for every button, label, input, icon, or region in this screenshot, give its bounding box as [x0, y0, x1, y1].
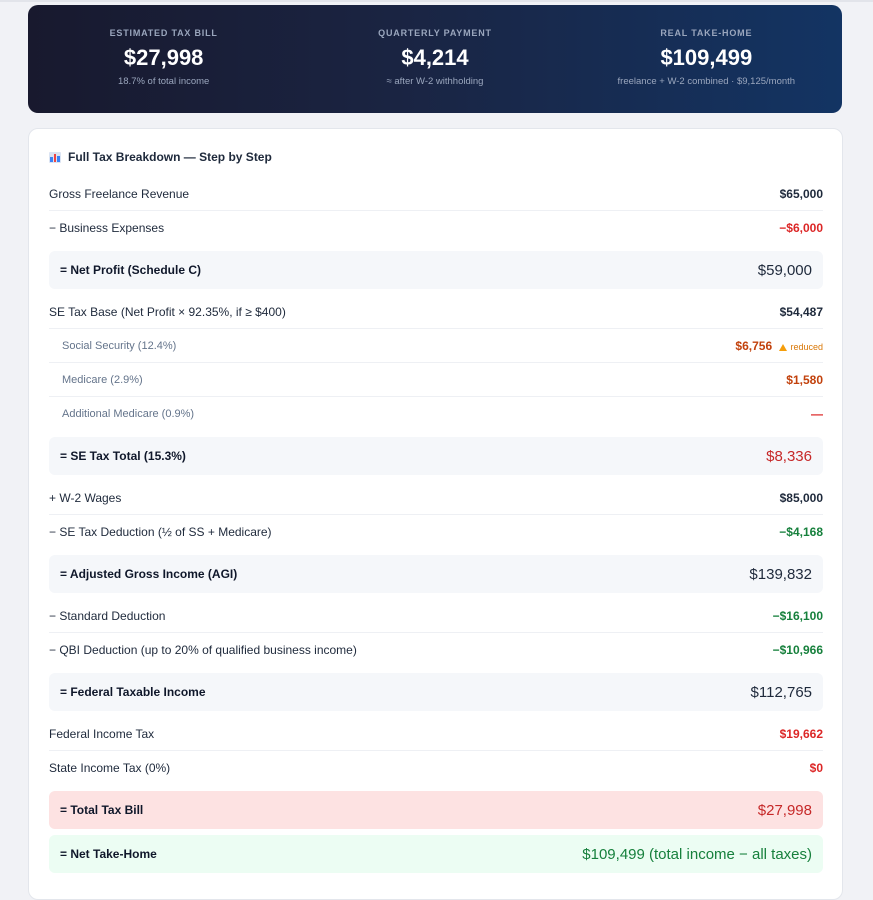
stat-label: QUARTERLY PAYMENT: [378, 28, 492, 38]
row-label: Medicare (2.9%): [62, 373, 143, 386]
net-take-home: = Net Take-Home $109,499 (total income −…: [49, 835, 823, 873]
stat-label: ESTIMATED TAX BILL: [109, 28, 218, 38]
medicare-row: Medicare (2.9%) $1,580: [49, 363, 823, 397]
row-value: $6,756: [735, 338, 773, 353]
row-label: State Income Tax (0%): [49, 761, 171, 775]
row-value: $1,580: [786, 372, 823, 387]
total-label: = SE Tax Total (15.3%): [60, 449, 186, 463]
total-label: = Total Tax Bill: [60, 803, 144, 817]
quarterly-payment-stat: QUARTERLY PAYMENT $4,214 ≈ after W-2 wit…: [299, 5, 570, 113]
row-value: $65,000: [779, 186, 823, 201]
total-label: = Adjusted Gross Income (AGI): [60, 567, 238, 581]
agi-total: = Adjusted Gross Income (AGI) $139,832: [49, 555, 823, 593]
estimated-tax-bill-stat: ESTIMATED TAX BILL $27,998 18.7% of tota…: [28, 5, 299, 113]
breakdown-title-text: Full Tax Breakdown — Step by Step: [68, 150, 272, 164]
qbi-deduction-row: − QBI Deduction (up to 20% of qualified …: [49, 633, 823, 667]
row-label: Gross Freelance Revenue: [49, 186, 190, 201]
stat-value: $4,214: [401, 45, 469, 70]
row-label: − SE Tax Deduction (½ of SS + Medicare): [49, 525, 272, 539]
row-value: −$16,100: [772, 608, 823, 623]
bar-chart-icon: [49, 151, 61, 163]
stat-subtext: 18.7% of total income: [117, 76, 210, 87]
stat-value: $27,998: [123, 45, 204, 70]
gross-revenue-row: Gross Freelance Revenue $65,000: [49, 177, 823, 211]
row-label: Federal Income Tax: [49, 726, 155, 741]
row-label: − QBI Deduction (up to 20% of qualified …: [49, 643, 357, 657]
total-value: $139,832: [749, 565, 812, 583]
row-label: SE Tax Base (Net Profit × 92.35%, if ≥ $…: [49, 304, 286, 319]
federal-income-tax-row: Federal Income Tax $19,662: [49, 717, 823, 751]
net-profit-total: = Net Profit (Schedule C) $59,000: [49, 251, 823, 289]
row-label: Additional Medicare (0.9%): [62, 408, 195, 420]
se-tax-base-row: SE Tax Base (Net Profit × 92.35%, if ≥ $…: [49, 295, 823, 329]
stat-subtext: ≈ after W-2 withholding: [386, 76, 484, 87]
row-label: + W-2 Wages: [49, 490, 122, 505]
total-value: $8,336: [766, 447, 812, 465]
row-value: $85,000: [779, 490, 823, 505]
reduced-badge: reduced: [779, 342, 823, 352]
se-tax-deduction-row: − SE Tax Deduction (½ of SS + Medicare) …: [49, 515, 823, 549]
row-value-group: $6,756 reduced: [735, 339, 823, 353]
federal-taxable-total: = Federal Taxable Income $112,765: [49, 673, 823, 711]
total-label: = Net Profit (Schedule C): [60, 263, 202, 277]
row-label: − Business Expenses: [49, 221, 165, 235]
warning-icon: [779, 343, 788, 351]
additional-medicare-row: Additional Medicare (0.9%) —: [49, 397, 823, 431]
tax-breakdown-card: Full Tax Breakdown — Step by Step Gross …: [28, 128, 843, 900]
total-value: $59,000: [757, 261, 812, 279]
row-value: $19,662: [779, 726, 823, 741]
row-label: − Standard Deduction: [49, 608, 166, 623]
business-expenses-row: − Business Expenses −$6,000: [49, 211, 823, 245]
row-value: $0: [809, 761, 823, 775]
row-value: —: [811, 407, 823, 421]
se-tax-total: = SE Tax Total (15.3%) $8,336: [49, 437, 823, 475]
total-value: $112,765: [750, 683, 812, 701]
row-value: −$6,000: [779, 221, 823, 235]
state-income-tax-row: State Income Tax (0%) $0: [49, 751, 823, 785]
row-value: −$10,966: [772, 643, 823, 657]
row-label: Social Security (12.4%): [62, 339, 177, 352]
stat-value: $109,499: [660, 45, 753, 70]
total-label: = Federal Taxable Income: [60, 685, 206, 699]
breakdown-title: Full Tax Breakdown — Step by Step: [49, 150, 272, 164]
breakdown-rows: Gross Freelance Revenue $65,000 − Busine…: [49, 177, 823, 879]
w2-wages-row: + W-2 Wages $85,000: [49, 481, 823, 515]
real-take-home-stat: REAL TAKE-HOME $109,499 freelance + W-2 …: [571, 5, 842, 113]
total-tax-bill: = Total Tax Bill $27,998: [49, 791, 823, 829]
total-value: $109,499 (total income − all taxes): [582, 845, 812, 863]
row-value: −$4,168: [779, 525, 823, 539]
row-value: $54,487: [779, 304, 823, 319]
stat-subtext: freelance + W-2 combined · $9,125/month: [617, 76, 796, 87]
reduced-note: reduced: [790, 341, 823, 352]
top-divider: [0, 0, 873, 2]
summary-banner: ESTIMATED TAX BILL $27,998 18.7% of tota…: [28, 5, 842, 113]
total-label: = Net Take-Home: [60, 847, 157, 861]
total-value: $27,998: [757, 801, 812, 819]
standard-deduction-row: − Standard Deduction −$16,100: [49, 599, 823, 633]
stat-label: REAL TAKE-HOME: [660, 28, 753, 38]
social-security-row: Social Security (12.4%) $6,756 reduced: [49, 329, 823, 363]
